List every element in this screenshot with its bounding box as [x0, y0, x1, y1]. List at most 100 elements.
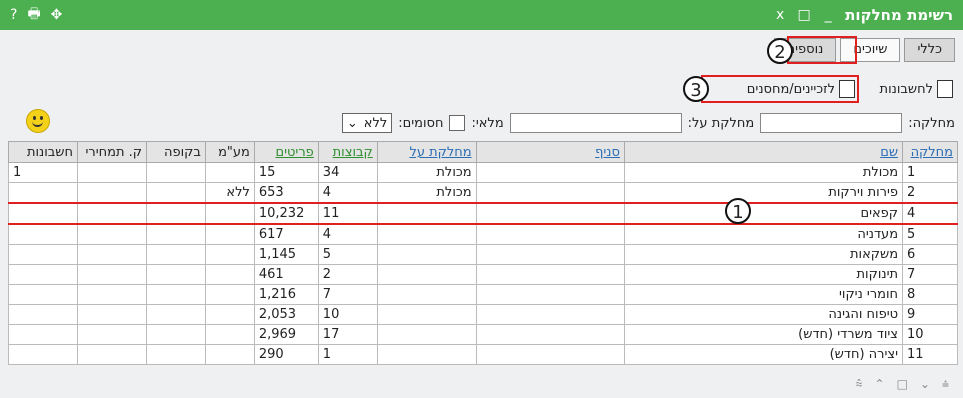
- blocked-select[interactable]: ללא ⌄: [341, 113, 393, 133]
- table-cell[interactable]: [376, 284, 477, 305]
- stock-checkbox[interactable]: [449, 115, 466, 131]
- table-cell[interactable]: [7, 223, 79, 245]
- table-cell[interactable]: [7, 244, 79, 265]
- table-cell[interactable]: [7, 264, 79, 285]
- table-cell[interactable]: [475, 264, 625, 285]
- table-row[interactable]: 8 חומרי ניקוי 7 1,216: [7, 284, 958, 305]
- col-items[interactable]: פריטים: [253, 141, 319, 163]
- table-cell[interactable]: 2,053: [253, 304, 319, 325]
- table-cell[interactable]: [145, 284, 206, 305]
- table-cell[interactable]: [475, 162, 625, 183]
- table-cell[interactable]: 653: [253, 182, 319, 204]
- table-cell[interactable]: [376, 202, 477, 225]
- table-cell[interactable]: ציוד משרדי (חדש): [623, 324, 904, 345]
- table-cell[interactable]: [77, 264, 147, 285]
- table-cell[interactable]: [7, 182, 79, 204]
- table-row[interactable]: 7 תינוקות 2 461: [7, 264, 958, 285]
- table-cell[interactable]: [145, 223, 206, 245]
- table-cell[interactable]: 1: [317, 344, 378, 365]
- table-cell[interactable]: [376, 344, 477, 365]
- table-cell[interactable]: [204, 202, 255, 225]
- table-cell[interactable]: 617: [253, 223, 319, 245]
- table-cell[interactable]: [77, 182, 147, 204]
- col-branch[interactable]: סניף: [475, 141, 625, 163]
- table-cell[interactable]: [7, 284, 79, 305]
- table-row[interactable]: 10 ציוד משרדי (חדש) 17 2,969: [7, 324, 958, 345]
- table-row[interactable]: 5 מעדניה 4 617: [7, 223, 958, 245]
- help-icon[interactable]: ?: [10, 7, 17, 23]
- table-cell[interactable]: 17: [317, 324, 378, 345]
- table-cell[interactable]: [475, 223, 625, 245]
- table-cell[interactable]: מכולת: [376, 182, 477, 204]
- table-cell[interactable]: [145, 264, 206, 285]
- table-cell[interactable]: 11: [902, 344, 958, 365]
- table-cell[interactable]: [204, 324, 255, 345]
- table-cell[interactable]: 461: [253, 264, 319, 285]
- table-cell[interactable]: [475, 284, 625, 305]
- table-cell[interactable]: מכולת: [623, 162, 904, 183]
- table-cell[interactable]: [204, 244, 255, 265]
- table-cell[interactable]: [7, 324, 79, 345]
- table-cell[interactable]: 4: [317, 223, 378, 245]
- table-cell[interactable]: 10,232: [253, 202, 319, 225]
- col-name[interactable]: שם: [623, 141, 904, 163]
- table-cell[interactable]: [475, 344, 625, 365]
- table-cell[interactable]: [145, 324, 206, 345]
- table-cell[interactable]: [145, 244, 206, 265]
- table-cell[interactable]: חומרי ניקוי: [623, 284, 904, 305]
- table-cell[interactable]: 2: [902, 182, 958, 204]
- col-parent-department[interactable]: מחלקת על: [376, 141, 477, 163]
- table-cell[interactable]: 4: [902, 202, 958, 225]
- table-cell[interactable]: 34: [317, 162, 378, 183]
- table-cell[interactable]: [7, 344, 79, 365]
- print-icon[interactable]: 🖶: [27, 3, 40, 27]
- table-cell[interactable]: 1,216: [253, 284, 319, 305]
- table-cell[interactable]: [475, 202, 625, 225]
- table-cell[interactable]: [204, 304, 255, 325]
- table-cell[interactable]: 10: [902, 324, 958, 345]
- page-box-icon[interactable]: □: [897, 377, 908, 392]
- table-cell[interactable]: [77, 202, 147, 225]
- table-cell[interactable]: 1: [7, 162, 79, 183]
- table-cell[interactable]: [204, 264, 255, 285]
- table-row[interactable]: 2 פירות וירקות מכולת 4 653 ללא: [7, 182, 958, 204]
- department-filter-input[interactable]: [760, 113, 903, 133]
- table-cell[interactable]: מעדניה: [623, 223, 904, 245]
- table-cell[interactable]: [77, 223, 147, 245]
- table-row[interactable]: 11 יצירה (חדש) 1 290: [7, 344, 958, 365]
- table-cell[interactable]: [204, 284, 255, 305]
- table-cell[interactable]: [475, 182, 625, 204]
- table-cell[interactable]: 7: [902, 264, 958, 285]
- col-department[interactable]: מחלקה: [902, 141, 958, 163]
- table-cell[interactable]: [475, 324, 625, 345]
- close-button[interactable]: x: [773, 7, 787, 23]
- table-cell[interactable]: [145, 304, 206, 325]
- table-cell[interactable]: 15: [253, 162, 319, 183]
- table-cell[interactable]: 11: [317, 202, 378, 225]
- table-cell[interactable]: [145, 162, 206, 183]
- table-cell[interactable]: [77, 162, 147, 183]
- table-cell[interactable]: קפאים: [623, 202, 904, 225]
- table-cell[interactable]: 2,969: [253, 324, 319, 345]
- table-row[interactable]: 9 טיפוח והגינה 10 2,053: [7, 304, 958, 325]
- table-cell[interactable]: [204, 344, 255, 365]
- last-page-icon[interactable]: ⩮: [942, 377, 949, 392]
- parent-department-select[interactable]: [509, 113, 682, 133]
- to-accounts-button[interactable]: לחשבונות: [880, 80, 953, 98]
- table-cell[interactable]: [77, 244, 147, 265]
- table-cell[interactable]: [145, 344, 206, 365]
- table-cell[interactable]: 1: [902, 162, 958, 183]
- table-cell[interactable]: 5: [317, 244, 378, 265]
- table-cell[interactable]: יצירה (חדש): [623, 344, 904, 365]
- restore-button[interactable]: □: [797, 7, 811, 23]
- table-cell[interactable]: פירות וירקות: [623, 182, 904, 204]
- move-icon[interactable]: ✥: [51, 7, 63, 23]
- table-cell[interactable]: [204, 162, 255, 183]
- table-cell[interactable]: [204, 223, 255, 245]
- table-cell[interactable]: משקאות: [623, 244, 904, 265]
- table-cell[interactable]: [376, 324, 477, 345]
- table-cell[interactable]: 8: [902, 284, 958, 305]
- table-cell[interactable]: 9: [902, 304, 958, 325]
- table-cell[interactable]: [145, 202, 206, 225]
- table-cell[interactable]: 4: [317, 182, 378, 204]
